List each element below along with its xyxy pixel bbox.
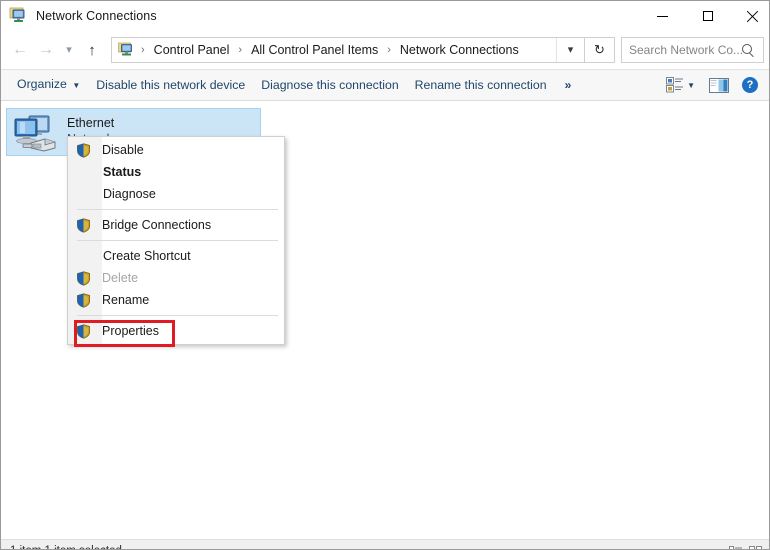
uac-shield-icon <box>76 323 91 339</box>
search-icon <box>742 43 755 57</box>
chevron-down-icon: ▼ <box>72 81 81 90</box>
content-area: Ethernet Network Disable <box>1 101 769 531</box>
menu-item-label: Disable <box>102 143 144 157</box>
connection-name: Ethernet <box>67 116 115 130</box>
close-button[interactable] <box>731 1 769 31</box>
uac-shield-icon <box>76 142 91 158</box>
minimize-icon <box>656 15 668 17</box>
menu-item-icon-placeholder <box>76 248 92 264</box>
menu-item-status[interactable]: Status <box>68 161 284 183</box>
large-icons-view-icon[interactable] <box>749 545 763 549</box>
help-label: ? <box>746 79 754 91</box>
details-view-icon[interactable] <box>729 545 743 549</box>
menu-item-label: Create Shortcut <box>103 249 191 263</box>
status-text: 1 item 1 item selected <box>10 545 122 550</box>
help-icon[interactable]: ? <box>742 77 758 93</box>
breadcrumb-network-connections-icon <box>118 42 134 58</box>
organize-button[interactable]: Organize ▼ <box>9 69 88 101</box>
status-bar: 1 item 1 item selected <box>1 539 769 550</box>
menu-item-disable[interactable]: Disable <box>68 139 284 161</box>
menu-item-label: Diagnose <box>103 187 156 201</box>
command-bar-right: ▼ ? <box>666 77 769 93</box>
window-title: Network Connections <box>36 9 157 23</box>
breadcrumb-dropdown-button[interactable]: ▾ <box>556 38 584 62</box>
uac-shield-icon <box>76 217 91 233</box>
disable-network-device-button[interactable]: Disable this network device <box>88 70 253 100</box>
menu-item-properties[interactable]: Properties <box>68 320 284 342</box>
menu-item-delete: Delete <box>68 267 284 289</box>
maximize-button[interactable] <box>685 1 731 31</box>
back-button[interactable]: ← <box>7 37 33 63</box>
organize-label: Organize <box>17 77 67 91</box>
menu-separator <box>77 315 278 316</box>
menu-item-properties-wrap: Properties <box>68 320 284 347</box>
status-view-buttons <box>729 545 763 549</box>
menu-item-icon-placeholder <box>76 186 92 202</box>
preview-pane-icon[interactable] <box>709 77 729 93</box>
menu-item-icon-placeholder <box>76 164 92 180</box>
menu-item-label: Delete <box>102 271 139 285</box>
refresh-icon: ↻ <box>594 42 605 57</box>
menu-item-bridge-connections[interactable]: Bridge Connections <box>68 214 284 236</box>
breadcrumb-item-network-connections[interactable]: Network Connections <box>398 43 521 57</box>
breadcrumb-separator-0: › <box>141 44 145 56</box>
command-bar: Organize ▼ Disable this network device D… <box>1 69 769 101</box>
menu-item-label: Status <box>103 165 142 179</box>
explorer-window: Network Connections ← → ▾ ↑ › Control Pa… <box>0 0 770 550</box>
breadcrumb-item-control-panel[interactable]: Control Panel <box>152 43 232 57</box>
minimize-button[interactable] <box>639 1 685 31</box>
menu-separator <box>77 240 278 241</box>
menu-item-label: Bridge Connections <box>102 218 212 232</box>
search-input[interactable]: Search Network Co... <box>621 37 764 63</box>
forward-button[interactable]: → <box>33 37 59 63</box>
menu-item-create-shortcut[interactable]: Create Shortcut <box>68 245 284 267</box>
breadcrumb-item-all-control-panel-items[interactable]: All Control Panel Items <box>249 43 380 57</box>
title-bar: Network Connections <box>1 1 769 31</box>
network-connections-icon <box>9 7 27 25</box>
breadcrumb-separator-2: › <box>387 44 391 56</box>
breadcrumb[interactable]: › Control Panel › All Control Panel Item… <box>111 37 585 63</box>
close-icon <box>745 10 758 23</box>
menu-separator <box>77 209 278 210</box>
view-layout-icon[interactable] <box>666 77 684 93</box>
menu-item-label: Properties <box>102 324 159 338</box>
uac-shield-icon <box>76 292 91 308</box>
address-bar: ← → ▾ ↑ › Control Panel › All Control Pa… <box>1 31 769 69</box>
view-chevron-down-icon[interactable]: ▼ <box>687 81 695 90</box>
refresh-button[interactable]: ↻ <box>585 37 615 63</box>
command-overflow-button[interactable]: » <box>555 78 582 92</box>
ethernet-adapter-icon <box>11 111 59 155</box>
breadcrumb-separator-1: › <box>238 44 243 56</box>
context-menu: Disable Status Diagnose Bridge Connectio… <box>67 136 285 347</box>
menu-item-label: Rename <box>102 293 150 307</box>
maximize-icon <box>703 11 713 21</box>
menu-item-diagnose[interactable]: Diagnose <box>68 183 284 205</box>
menu-item-rename[interactable]: Rename <box>68 289 284 311</box>
rename-connection-button[interactable]: Rename this connection <box>407 70 555 100</box>
recent-locations-button[interactable]: ▾ <box>59 37 79 63</box>
search-placeholder: Search Network Co... <box>629 43 743 57</box>
window-controls <box>639 1 769 31</box>
diagnose-connection-button[interactable]: Diagnose this connection <box>253 70 406 100</box>
uac-shield-icon <box>76 270 91 286</box>
up-button[interactable]: ↑ <box>79 37 105 63</box>
